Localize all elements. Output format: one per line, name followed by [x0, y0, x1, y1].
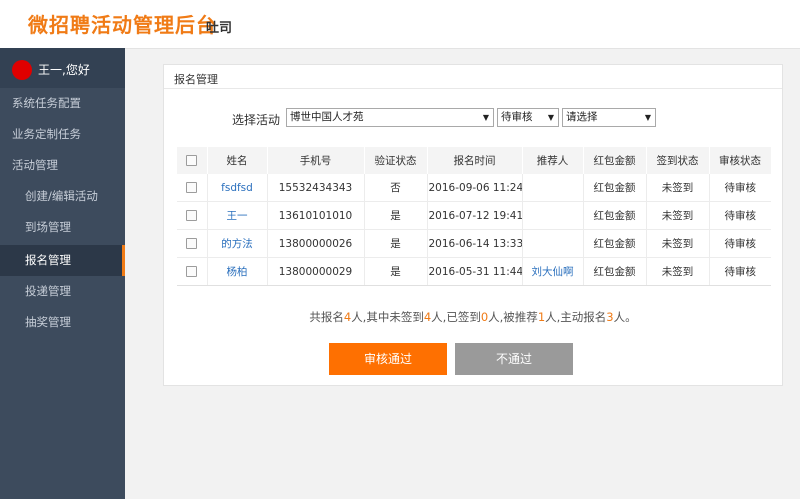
- registration-panel: 报名管理 选择活动 博世中国人才苑 ▼ 待审核 ▼ 请选择 ▼ 姓名 手机号 验…: [163, 64, 783, 386]
- verify-cell: 是: [364, 201, 428, 230]
- row-select-cell: [177, 174, 208, 202]
- phone-cell: 13800000026: [267, 229, 365, 258]
- name-link[interactable]: fsdfsd: [221, 182, 253, 194]
- name-link[interactable]: 杨柏: [227, 266, 248, 278]
- app-title: 微招聘活动管理后台: [28, 13, 217, 37]
- summary-text: 人,主动报名: [545, 310, 607, 324]
- name-link[interactable]: 王一: [227, 210, 248, 222]
- extra-filter-select[interactable]: 请选择 ▼: [562, 108, 656, 127]
- red-packet-cell: 红包金额: [583, 201, 647, 230]
- chevron-down-icon: ▼: [547, 113, 554, 122]
- name-link[interactable]: 的方法: [221, 238, 253, 250]
- column-header-registration-time[interactable]: 报名时间: [427, 147, 523, 174]
- time-cell: 2016-07-12 19:41: [427, 201, 523, 230]
- table-row: 杨柏 13800000029 是 2016-05-31 11:44 刘大仙啊 红…: [177, 257, 771, 286]
- user-greeting: 王一,您好: [38, 63, 90, 77]
- summary-self-registered-count: 3: [606, 310, 614, 324]
- column-header-referrer[interactable]: 推荐人: [522, 147, 584, 174]
- select-all-checkbox[interactable]: [186, 155, 198, 166]
- table-row: 王一 13610101010 是 2016-07-12 19:41 红包金额 未…: [177, 201, 771, 230]
- summary-text: 人,已签到: [431, 310, 481, 324]
- registration-summary: 共报名4人,其中未签到4人,已签到0人,被推荐1人,主动报名3人。: [164, 309, 782, 325]
- phone-cell: 15532434343: [267, 174, 365, 202]
- avatar: [12, 60, 32, 80]
- table-row: fsdfsd 15532434343 否 2016-09-06 11:24 红包…: [177, 174, 771, 202]
- time-cell: 2016-09-06 11:24: [427, 174, 523, 202]
- audit-status-select-value: 待审核: [501, 111, 533, 123]
- referrer-cell: [522, 229, 584, 258]
- row-checkbox[interactable]: [186, 266, 198, 277]
- app-subtitle: 吐司: [206, 21, 233, 36]
- time-cell: 2016-05-31 11:44: [427, 257, 523, 286]
- checkin-cell: 未签到: [646, 174, 710, 202]
- reject-button[interactable]: 不通过: [455, 343, 573, 375]
- red-packet-cell: 红包金额: [583, 229, 647, 258]
- sidebar-item-business-custom-task[interactable]: 业务定制任务: [0, 119, 125, 150]
- activity-select[interactable]: 博世中国人才苑 ▼: [286, 108, 494, 127]
- panel-divider: [164, 88, 782, 89]
- phone-cell: 13800000029: [267, 257, 365, 286]
- time-cell: 2016-06-14 13:33: [427, 229, 523, 258]
- sidebar: 王一,您好 系统任务配置 业务定制任务 活动管理 创建/编辑活动 到场管理 报名…: [0, 48, 125, 499]
- summary-text: 人,其中未签到: [351, 310, 424, 324]
- user-block: 王一,您好: [0, 48, 125, 88]
- approve-button[interactable]: 审核通过: [329, 343, 447, 375]
- red-packet-cell: 红包金额: [583, 257, 647, 286]
- name-cell: 王一: [207, 201, 268, 230]
- column-header-checkin-status[interactable]: 签到状态: [646, 147, 710, 174]
- activity-select-value: 博世中国人才苑: [290, 111, 364, 123]
- panel-title: 报名管理: [174, 73, 218, 86]
- referrer-cell: [522, 201, 584, 230]
- red-packet-cell: 红包金额: [583, 174, 647, 202]
- verify-cell: 否: [364, 174, 428, 202]
- sidebar-item-lottery-management[interactable]: 抽奖管理: [0, 307, 125, 338]
- row-select-cell: [177, 201, 208, 230]
- column-header-name[interactable]: 姓名: [207, 147, 268, 174]
- column-header-red-packet[interactable]: 红包金额: [583, 147, 647, 174]
- row-checkbox[interactable]: [186, 182, 198, 193]
- chevron-down-icon: ▼: [644, 113, 651, 122]
- summary-text: 人。: [613, 310, 637, 324]
- column-header-verify-status[interactable]: 验证状态: [364, 147, 428, 174]
- audit-cell: 待审核: [709, 257, 771, 286]
- verify-cell: 是: [364, 257, 428, 286]
- sidebar-item-attendance-management[interactable]: 到场管理: [0, 212, 125, 243]
- referrer-cell: 刘大仙啊: [522, 257, 584, 286]
- table-header-row: 姓名 手机号 验证状态 报名时间 推荐人 红包金额 签到状态 审核状态: [177, 147, 772, 174]
- row-select-cell: [177, 229, 208, 258]
- audit-cell: 待审核: [709, 229, 771, 258]
- checkin-cell: 未签到: [646, 229, 710, 258]
- verify-cell: 是: [364, 229, 428, 258]
- sidebar-item-registration-management[interactable]: 报名管理: [0, 245, 125, 276]
- summary-text: 人,被推荐: [488, 310, 538, 324]
- registration-table: 姓名 手机号 验证状态 报名时间 推荐人 红包金额 签到状态 审核状态 fsdf…: [177, 147, 772, 286]
- audit-cell: 待审核: [709, 174, 771, 202]
- checkin-cell: 未签到: [646, 257, 710, 286]
- sidebar-item-activity-management[interactable]: 活动管理: [0, 150, 125, 181]
- referrer-link[interactable]: 刘大仙啊: [532, 266, 574, 278]
- sidebar-item-delivery-management[interactable]: 投递管理: [0, 276, 125, 307]
- audit-status-select[interactable]: 待审核 ▼: [497, 108, 559, 127]
- phone-cell: 13610101010: [267, 201, 365, 230]
- audit-cell: 待审核: [709, 201, 771, 230]
- column-header-audit-status[interactable]: 审核状态: [709, 147, 772, 174]
- sidebar-item-create-edit-activity[interactable]: 创建/编辑活动: [0, 181, 125, 212]
- name-cell: 杨柏: [207, 257, 268, 286]
- table-row: 的方法 13800000026 是 2016-06-14 13:33 红包金额 …: [177, 229, 771, 258]
- extra-filter-select-value: 请选择: [566, 111, 598, 123]
- chevron-down-icon: ▼: [482, 113, 489, 122]
- name-cell: fsdfsd: [207, 174, 268, 202]
- name-cell: 的方法: [207, 229, 268, 258]
- checkin-cell: 未签到: [646, 201, 710, 230]
- top-header: 微招聘活动管理后台 吐司: [0, 0, 800, 49]
- select-all-cell: [177, 147, 208, 174]
- row-checkbox[interactable]: [186, 238, 198, 249]
- select-activity-label: 选择活动: [232, 113, 281, 127]
- referrer-cell: [522, 174, 584, 202]
- row-select-cell: [177, 257, 208, 286]
- row-checkbox[interactable]: [186, 210, 198, 221]
- column-header-phone[interactable]: 手机号: [267, 147, 365, 174]
- summary-text: 共报名: [309, 310, 344, 324]
- sidebar-item-system-task-config[interactable]: 系统任务配置: [0, 88, 125, 119]
